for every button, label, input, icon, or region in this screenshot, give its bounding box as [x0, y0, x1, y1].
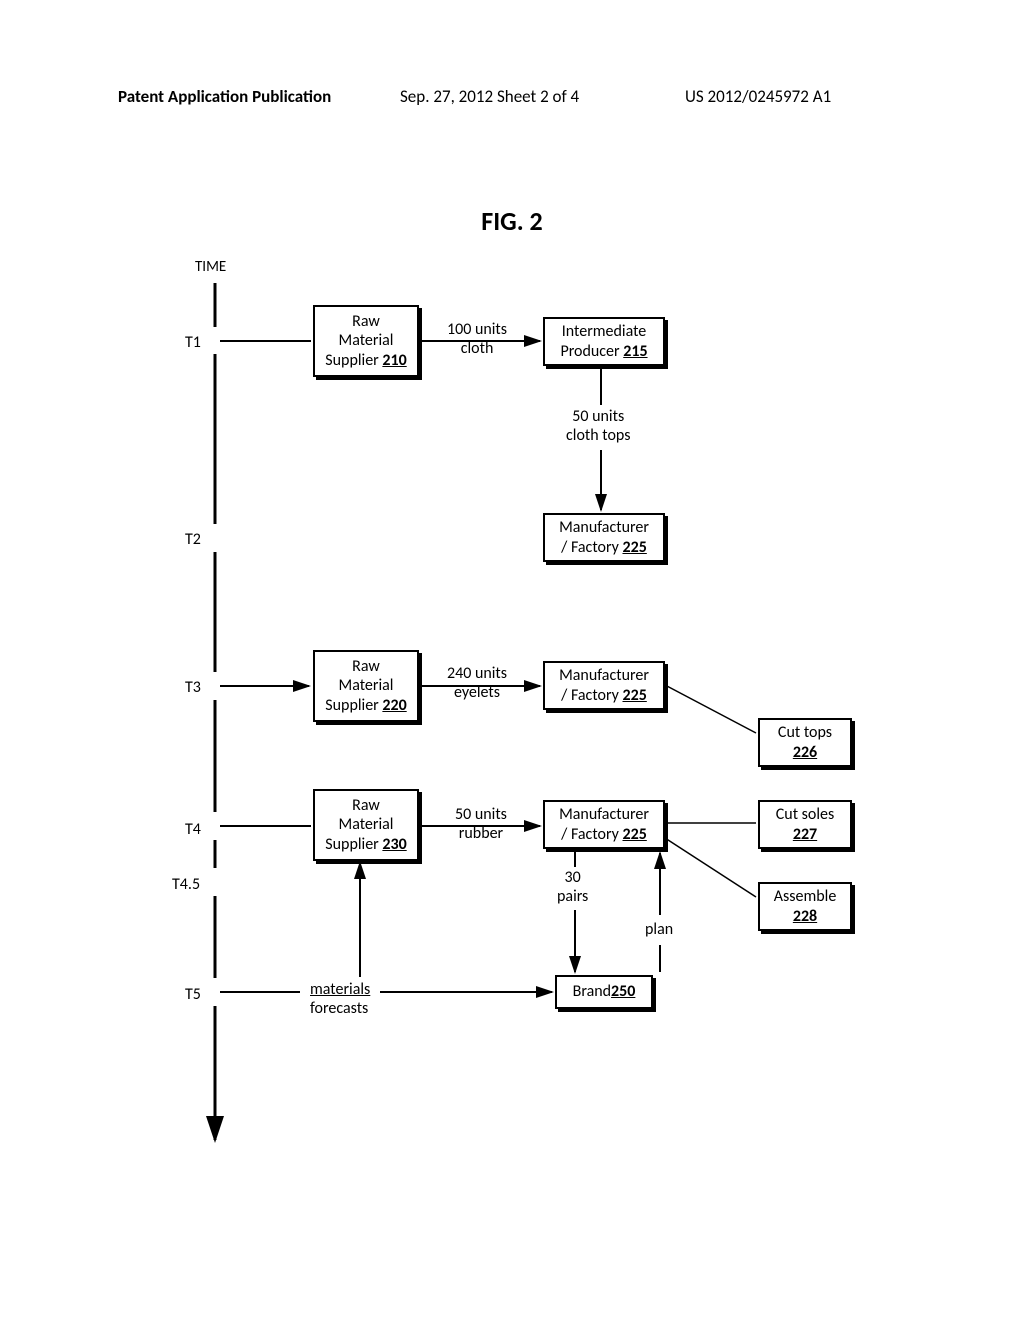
text: Raw: [352, 657, 380, 676]
node-factory-225-a: Manufacturer / Factory 225: [543, 513, 665, 562]
edge-label-eyelets: 240 units eyelets: [447, 664, 507, 702]
node-factory-225-c: Manufacturer / Factory 225: [543, 800, 665, 849]
text: Supplier 230: [325, 835, 406, 854]
text: Intermediate: [562, 322, 647, 341]
text: / Factory 225: [561, 538, 647, 557]
node-supplier-220: Raw Material Supplier 220: [313, 650, 419, 722]
node-supplier-230: Raw Material Supplier 230: [313, 789, 419, 861]
node-cut-tops-226: Cut tops 226: [758, 718, 852, 767]
edge-label-materials: materials forecasts: [310, 980, 370, 1018]
text: Assemble: [774, 887, 837, 906]
tick-t5: T5: [185, 985, 201, 1004]
text: 226: [793, 743, 817, 762]
edge-label-plan: plan: [645, 920, 673, 939]
time-axis-label: TIME: [195, 258, 226, 276]
text: Producer 215: [560, 342, 647, 361]
tick-t4: T4: [185, 820, 201, 839]
text: Raw: [352, 312, 380, 331]
edge-label-rubber: 50 units rubber: [455, 805, 507, 843]
node-cut-soles-227: Cut soles 227: [758, 800, 852, 849]
text: Cut soles: [776, 805, 835, 824]
node-supplier-210: Raw Material Supplier 210: [313, 305, 419, 377]
edge-label-cloth: 100 units cloth: [447, 320, 507, 358]
text: Material: [339, 676, 394, 695]
header-right: US 2012/0245972 A1: [685, 86, 831, 107]
tick-t3: T3: [185, 678, 201, 697]
text: Material: [339, 331, 394, 350]
text: Raw: [352, 796, 380, 815]
node-assemble-228: Assemble 228: [758, 882, 852, 931]
text: Manufacturer: [559, 518, 649, 537]
text: 250: [611, 982, 635, 1001]
text: Brand: [573, 982, 611, 1001]
edge-label-cloth-tops: 50 units cloth tops: [566, 407, 630, 445]
tick-t4-5: T4.5: [172, 875, 200, 894]
text: Cut tops: [778, 723, 832, 742]
text: Supplier 210: [325, 351, 406, 370]
tick-t2: T2: [185, 530, 201, 549]
header-center: Sep. 27, 2012 Sheet 2 of 4: [400, 86, 579, 107]
text: Manufacturer: [559, 666, 649, 685]
node-producer-215: Intermediate Producer 215: [543, 317, 665, 366]
text: 228: [793, 907, 817, 926]
text: / Factory 225: [561, 825, 647, 844]
text: Supplier 220: [325, 696, 406, 715]
text: 227: [793, 825, 817, 844]
tick-t1: T1: [185, 333, 201, 352]
node-factory-225-b: Manufacturer / Factory 225: [543, 661, 665, 710]
figure-title: FIG. 2: [0, 205, 1024, 237]
header-left: Patent Application Publication: [118, 86, 331, 107]
diagram-arrows: [0, 0, 1024, 1320]
text: Manufacturer: [559, 805, 649, 824]
node-brand-250: Brand 250: [555, 975, 653, 1009]
edge-label-pairs: 30 pairs: [557, 868, 588, 906]
text: / Factory 225: [561, 686, 647, 705]
text: Material: [339, 815, 394, 834]
